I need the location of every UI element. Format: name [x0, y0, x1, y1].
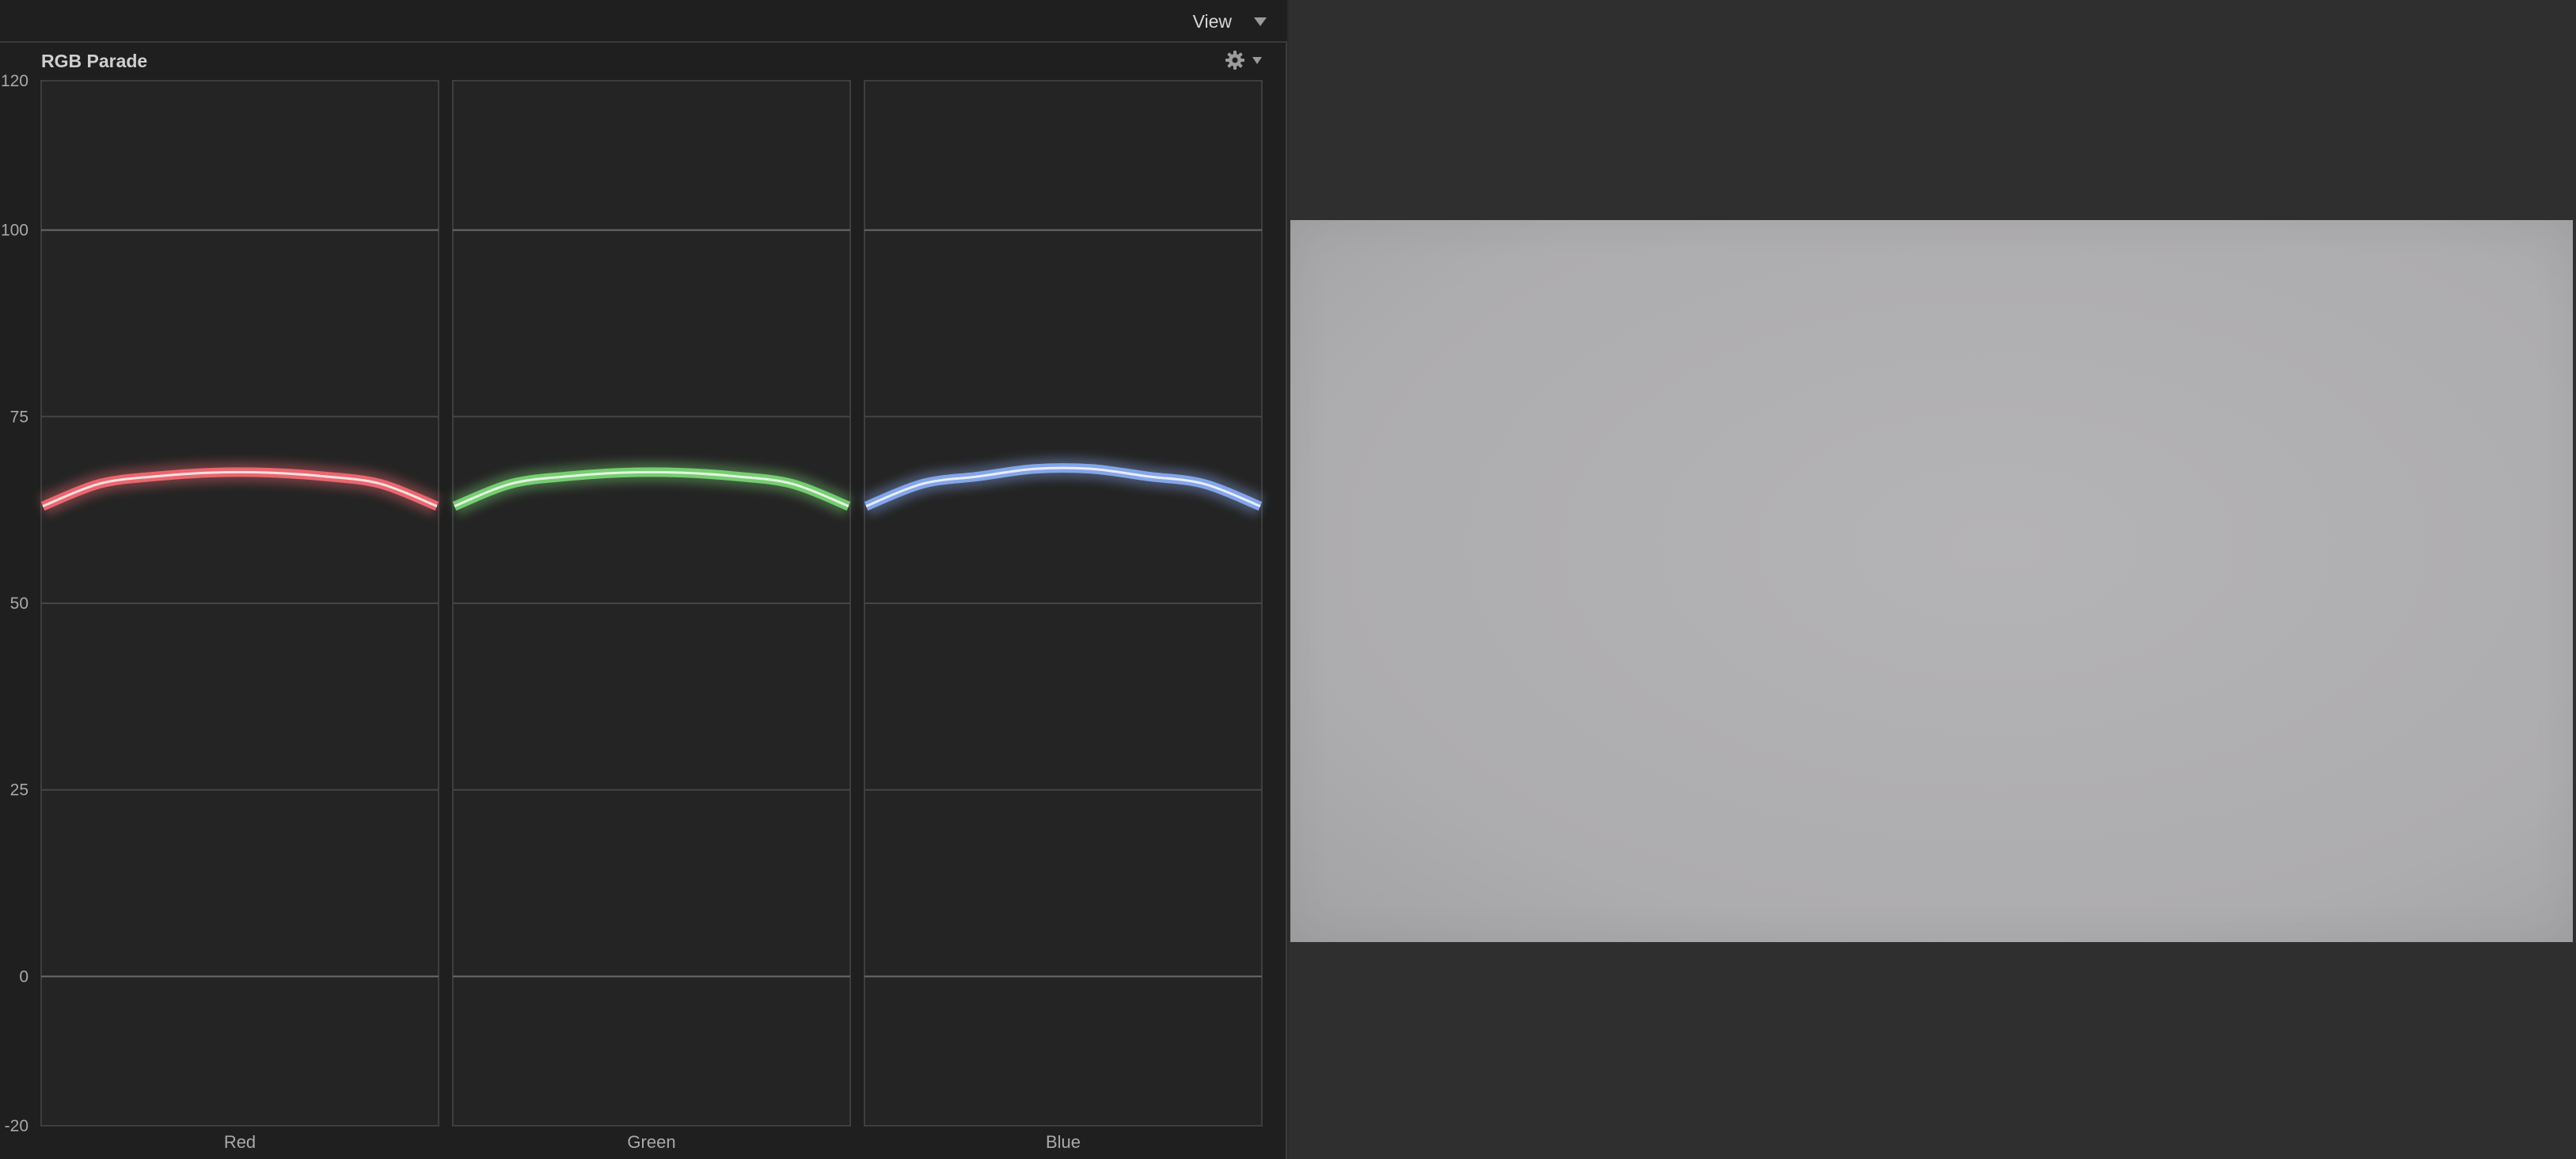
- y-tick-label: 0: [19, 967, 28, 986]
- y-tick-label: 25: [10, 781, 28, 800]
- video-frame: [1290, 220, 2573, 942]
- y-tick-label: 50: [10, 595, 28, 613]
- scope-panel: View RGB Parade 120 100 75 50 25 0 -20 Red Gre: [0, 0, 1287, 1159]
- y-tick-label: 100: [1, 222, 28, 240]
- channel-label-green: Green: [627, 1132, 675, 1152]
- y-tick-label: 75: [10, 408, 28, 426]
- channel-label-red: Red: [224, 1132, 256, 1152]
- viewer-panel: [1289, 0, 2576, 1159]
- y-tick-label: -20: [5, 1117, 28, 1135]
- y-tick-label: 120: [1, 72, 28, 90]
- rgb-parade-chart: 120 100 75 50 25 0 -20 Red Green Blue: [1, 72, 1264, 1152]
- channel-label-blue: Blue: [1046, 1132, 1081, 1152]
